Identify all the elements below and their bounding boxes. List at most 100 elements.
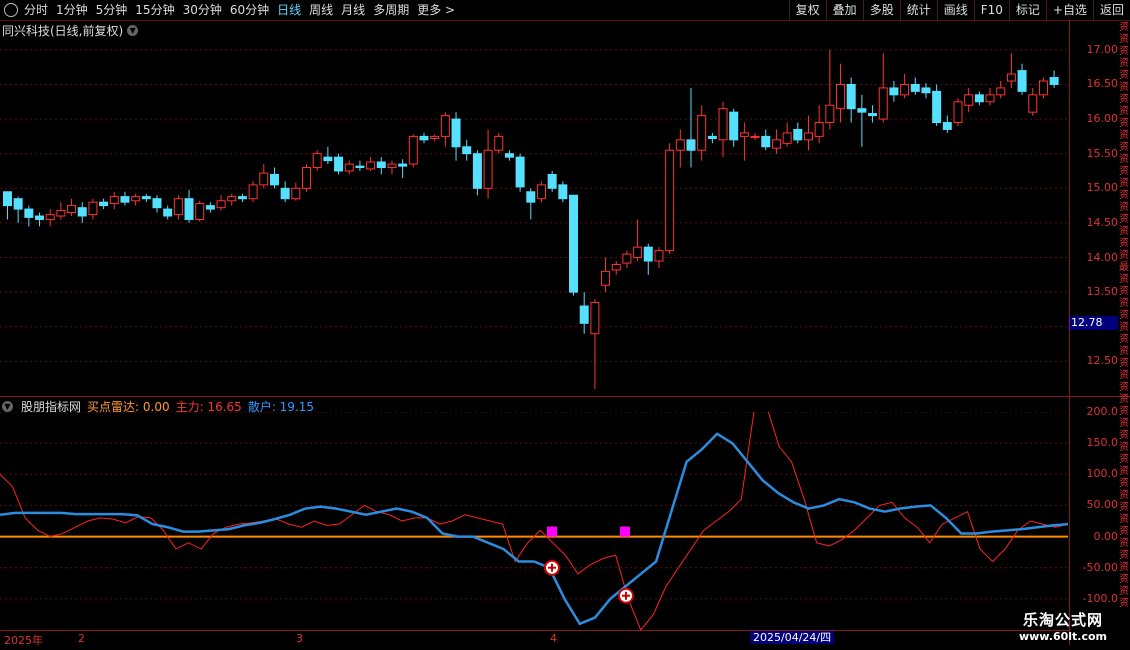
candle-body [665, 149, 675, 252]
price-tick: 15.00 [1086, 181, 1119, 195]
period-tab[interactable]: 多周期 [373, 0, 409, 20]
candle-body [953, 101, 963, 124]
candle-body [932, 90, 942, 124]
candle-body [376, 161, 386, 169]
candle-body [195, 203, 205, 220]
candle-body [739, 132, 749, 137]
candle-body [419, 135, 429, 141]
candle-body [462, 146, 472, 155]
candle-body [408, 135, 418, 165]
candle-body [237, 196, 247, 200]
candle-body [131, 196, 141, 202]
candle-body [99, 201, 109, 207]
period-tab[interactable]: 周线 [309, 0, 333, 20]
candle-body [152, 198, 162, 209]
candle-body [227, 196, 237, 202]
main-force-line [0, 412, 1069, 630]
candle-body [878, 87, 888, 120]
toolbar-right-buttons: 复权 叠加 多股 统计 画线 F10 标记 +自选 返回 [788, 0, 1130, 20]
candle-body [633, 246, 643, 259]
chevron-down-icon[interactable]: ▼ [2, 401, 13, 412]
candle-body [280, 187, 290, 200]
toolbar-button[interactable]: +自选 [1045, 0, 1093, 20]
candle-body [398, 163, 408, 167]
candle-body [964, 94, 974, 106]
price-tick: 14.50 [1086, 215, 1119, 229]
indicator-tick: 150.0 [1086, 436, 1119, 450]
toolbar-button[interactable]: 返回 [1092, 0, 1130, 20]
period-tab[interactable]: 1分钟 [56, 0, 88, 20]
candle-body [109, 196, 119, 205]
candle-body [35, 215, 45, 220]
candle-body [248, 184, 258, 200]
candle-body [718, 108, 728, 141]
toolbar-button[interactable]: 多股 [862, 0, 900, 20]
price-chart[interactable] [0, 36, 1070, 396]
indicator-chart[interactable] [0, 412, 1070, 630]
candle-body [921, 87, 931, 94]
period-tab[interactable]: 5分钟 [96, 0, 128, 20]
candle-body [77, 207, 87, 217]
buy-signal-marker [547, 526, 557, 537]
candle-body [654, 250, 664, 262]
candle-body [558, 184, 568, 200]
candle-body [1017, 70, 1027, 92]
candle-body [355, 165, 365, 169]
candle-body [1006, 73, 1016, 82]
period-tabs: 分时 1分钟 5分钟 15分钟 30分钟 60分钟 日线 周线 月线 多周期 更多 > [0, 0, 463, 20]
candle-body [974, 94, 984, 103]
price-tick: 17.00 [1086, 42, 1119, 56]
toolbar-button[interactable]: F10 [973, 0, 1009, 20]
period-tab[interactable]: 更多 > [417, 0, 455, 20]
chevron-down-icon[interactable]: ▼ [127, 25, 139, 36]
candle-body [814, 122, 824, 137]
period-tab[interactable]: 30分钟 [183, 0, 222, 20]
period-tab[interactable]: 月线 [341, 0, 365, 20]
candle-body [2, 191, 12, 207]
candle-body [622, 253, 632, 264]
candle-body [302, 167, 312, 189]
candle-body [1049, 77, 1059, 85]
candle-body [793, 128, 803, 141]
candle-body [483, 149, 493, 189]
cursor-date: 2025/04/24/四 [750, 631, 835, 644]
candle-body [569, 194, 579, 293]
candle-body [366, 161, 376, 170]
candle-body [750, 135, 760, 138]
period-tab[interactable]: 日线 [277, 0, 301, 20]
date-axis: 2025年 2 3 4 [0, 630, 1070, 647]
candle-body [803, 132, 813, 141]
period-tab[interactable]: 60分钟 [230, 0, 269, 20]
toolbar-button[interactable]: 复权 [788, 0, 826, 20]
period-toolbar: 分时 1分钟 5分钟 15分钟 30分钟 60分钟 日线 周线 月线 多周期 更多 > 复权 叠加 多股… [0, 0, 1130, 21]
candle-body [729, 111, 739, 141]
candle-body [312, 153, 322, 169]
menu-circle-icon[interactable] [4, 3, 18, 17]
candle-body [387, 163, 397, 169]
toolbar-button[interactable]: 标记 [1008, 0, 1046, 20]
candle-body [323, 156, 333, 162]
candle-body [120, 196, 130, 203]
price-tick: 16.00 [1086, 112, 1119, 126]
candle-body [430, 135, 440, 139]
toolbar-button[interactable]: 叠加 [825, 0, 863, 20]
candle-body [846, 83, 856, 110]
candle-body [13, 198, 23, 210]
candle-body [24, 208, 34, 218]
price-tick: 14.00 [1086, 250, 1119, 264]
candle-body [675, 139, 685, 151]
period-tab[interactable]: 分时 [24, 0, 48, 20]
toolbar-button[interactable]: 统计 [899, 0, 937, 20]
toolbar-button[interactable]: 画线 [936, 0, 974, 20]
candle-body [857, 108, 867, 113]
candle-body [515, 156, 525, 188]
candle-body [590, 302, 600, 335]
period-tab[interactable]: 15分钟 [135, 0, 174, 20]
candle-body [205, 205, 215, 210]
side-info-strip: 资资资资资资资资资资资资资资资资资资资资最资资资资资资资资资资资资资资资资资资资… [1119, 22, 1129, 609]
candle-body [996, 87, 1006, 96]
candle-body [184, 198, 194, 220]
candle-body [761, 135, 771, 148]
candle-body [451, 118, 461, 148]
candle-body [163, 208, 173, 217]
